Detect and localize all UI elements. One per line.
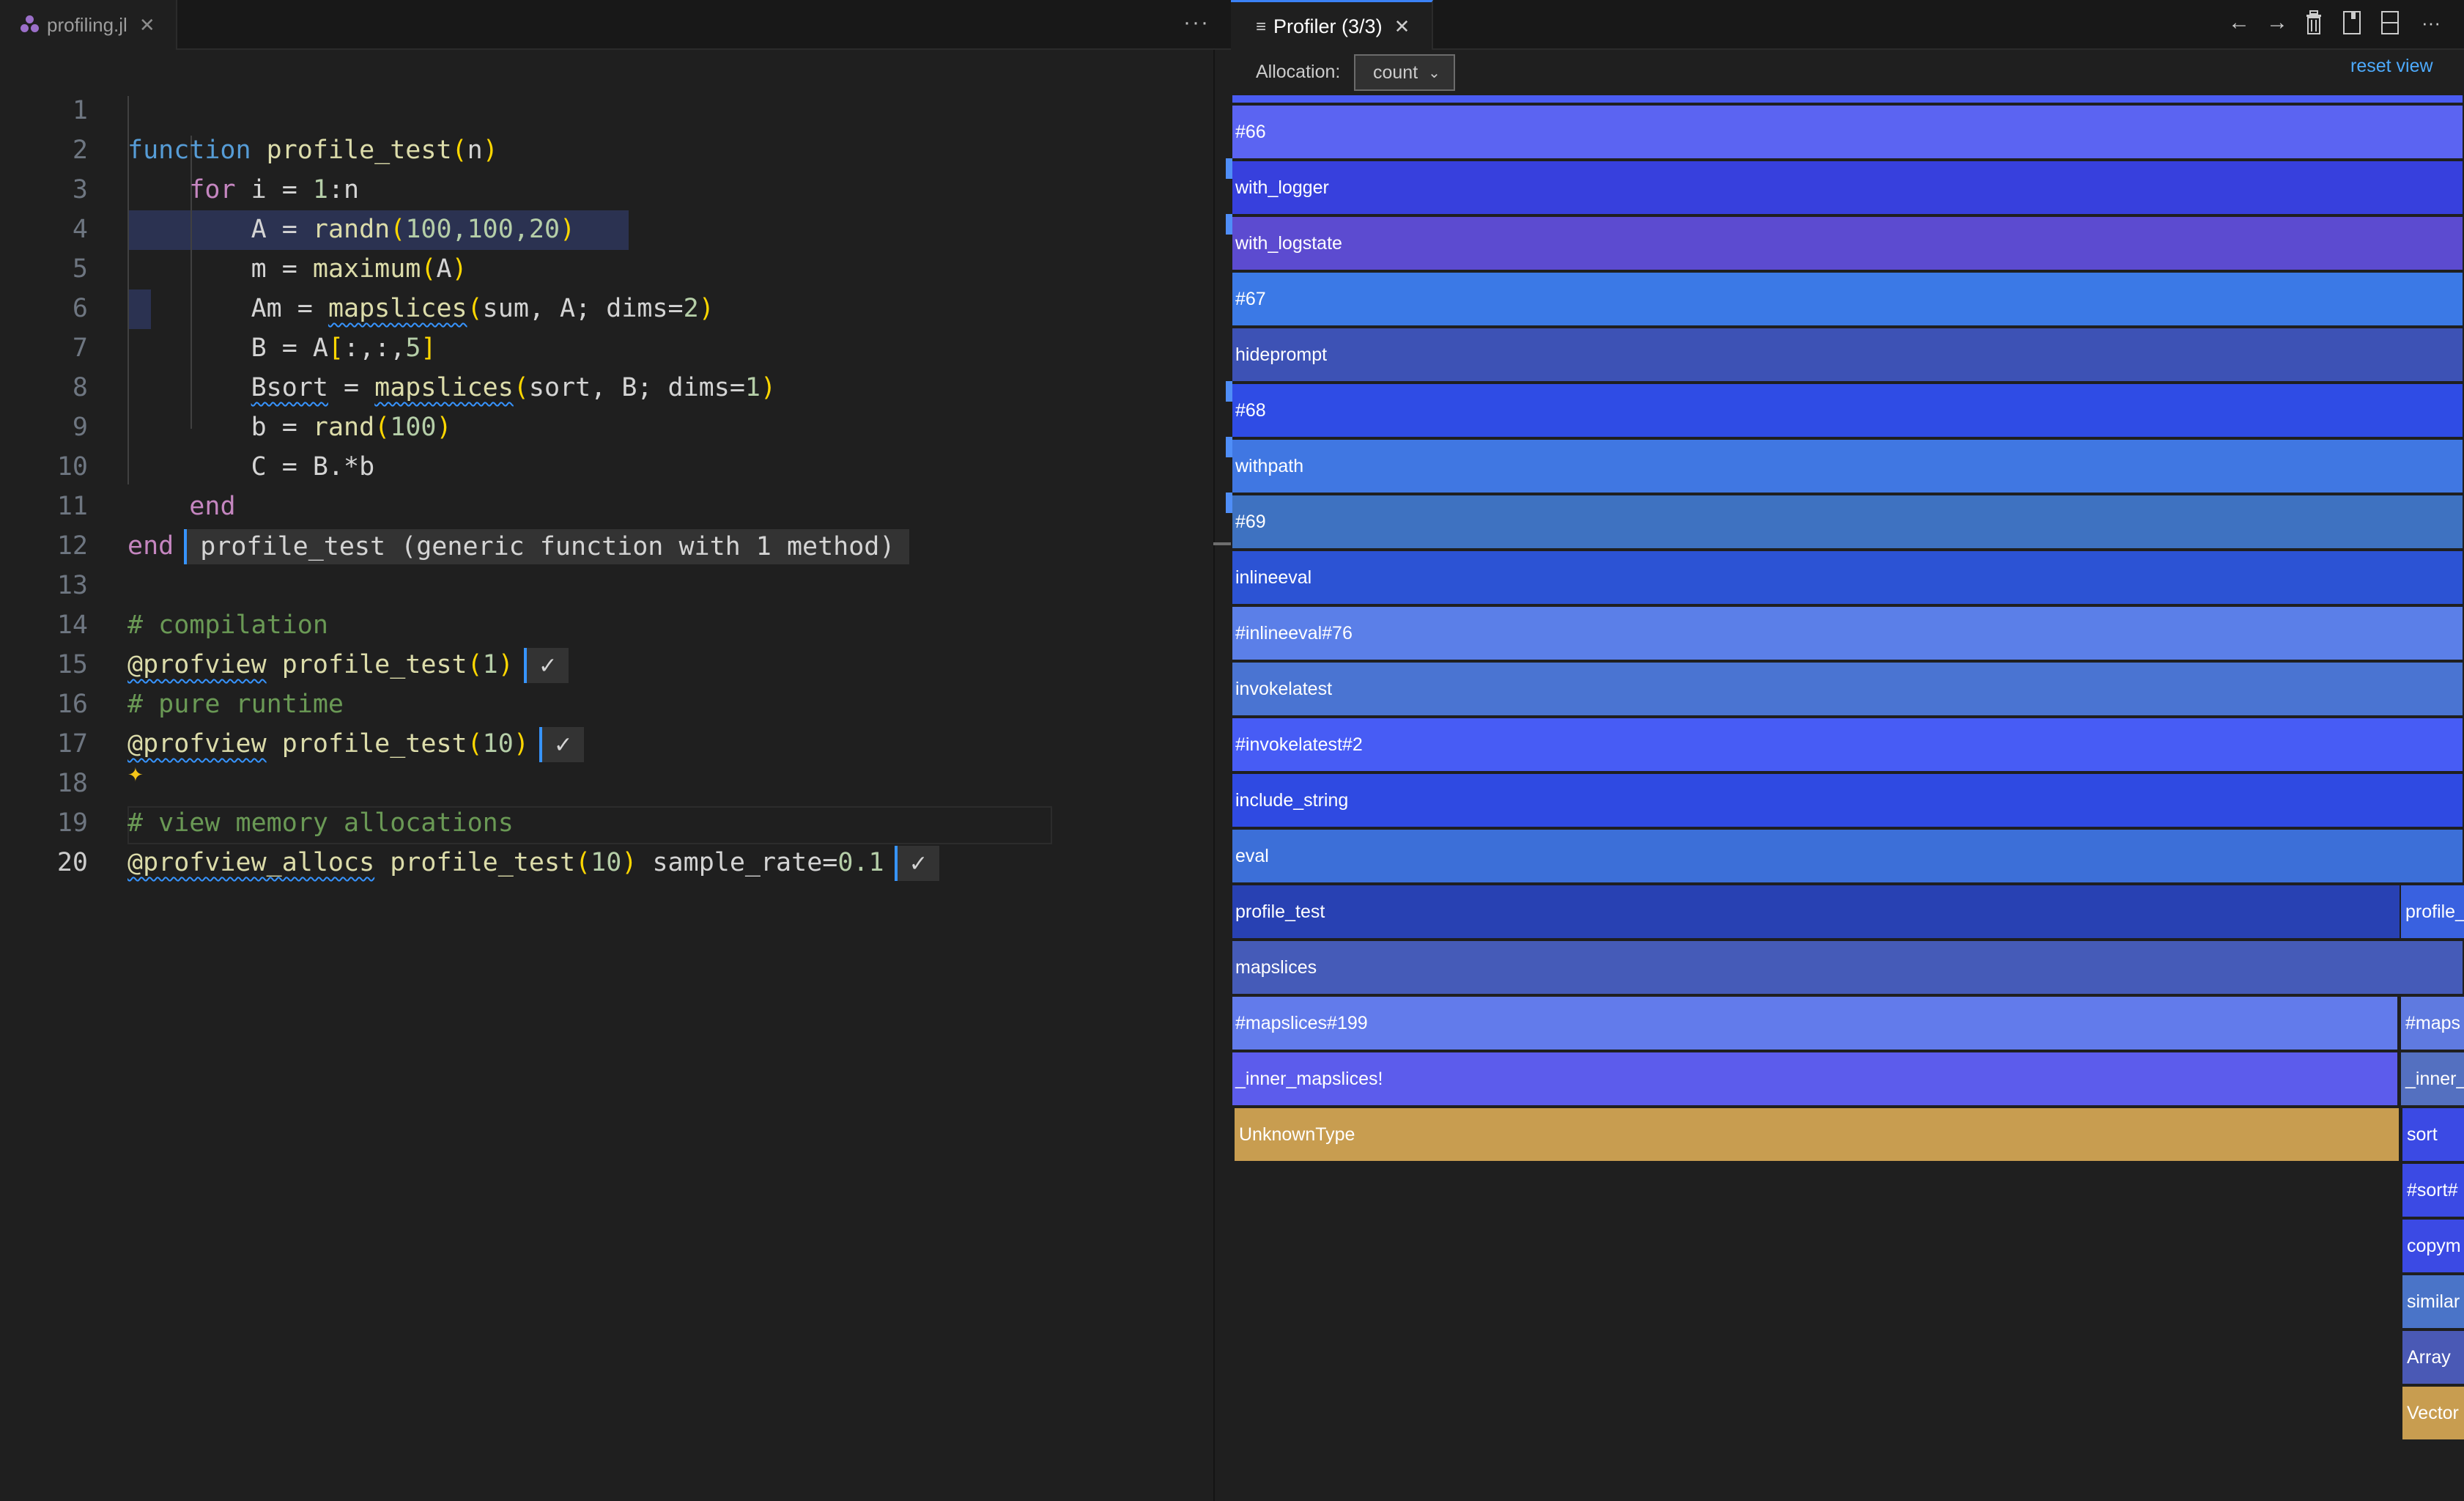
code-line[interactable]: 19 @profview_allocs profile_test(10) sam… bbox=[0, 764, 1213, 881]
code-line[interactable]: 12 bbox=[0, 487, 1213, 561]
code-line[interactable]: 6 B = A[:,:,5] bbox=[0, 249, 1213, 363]
more-icon[interactable]: ··· bbox=[2416, 12, 2446, 34]
code-line[interactable]: 17 bbox=[0, 685, 1213, 759]
flame-frame-array[interactable]: Array bbox=[2402, 1331, 2464, 1384]
code-line[interactable]: 5 Am = mapslices(sum, A; dims=2) bbox=[0, 210, 1213, 323]
flame-frame-profile[interactable]: profile_ bbox=[2401, 885, 2464, 938]
code-line[interactable]: 7 Bsort = mapslices(sort, B; dims=1) bbox=[0, 289, 1213, 402]
flame-frame-69[interactable]: #69 bbox=[1232, 495, 2463, 548]
editor-scrollbar[interactable] bbox=[1213, 50, 1231, 1501]
number: 0.1 bbox=[837, 848, 884, 877]
flame-frame-sort[interactable]: sort bbox=[2402, 1108, 2464, 1161]
more-actions-icon[interactable]: ··· bbox=[1183, 10, 1210, 35]
flame-frame-include-string[interactable]: include_string bbox=[1232, 774, 2463, 827]
flame-frame-invokelatest-2[interactable]: #invokelatest#2 bbox=[1232, 718, 2463, 771]
chevron-down-icon: ⌄ bbox=[1428, 64, 1440, 81]
function-call: profile_test bbox=[374, 848, 576, 877]
flame-frame-mapslices-199[interactable]: #mapslices#199 bbox=[1232, 997, 2397, 1050]
scrollbar-position-marker bbox=[1213, 542, 1231, 545]
code-line[interactable]: 2 for i = 1:n bbox=[0, 91, 1213, 204]
flame-frame-with-logstate[interactable]: with_logstate bbox=[1232, 217, 2463, 270]
number: 10 bbox=[591, 848, 622, 877]
allocation-select-value: count bbox=[1373, 62, 1418, 83]
flame-graph[interactable]: #66 with_logger with_logstate #67 hideprompt… bbox=[1232, 95, 2464, 1501]
flame-frame-inner[interactable]: _inner_ bbox=[2401, 1052, 2464, 1105]
editor-tab-bar bbox=[0, 0, 1231, 50]
flame-frame-mapslices[interactable]: mapslices bbox=[1232, 941, 2463, 994]
flame-frame-66[interactable]: #66 bbox=[1232, 106, 2463, 158]
code-line[interactable]: 9 C = B.*b bbox=[0, 368, 1213, 482]
flame-frame-inlineeval-76[interactable]: #inlineeval#76 bbox=[1232, 607, 2463, 660]
flame-frame-with-logger[interactable]: with_logger bbox=[1232, 161, 2463, 214]
profiler-tab-title: Profiler (3/3) bbox=[1273, 15, 1383, 37]
flame-frame-root[interactable] bbox=[1232, 95, 2463, 103]
code-line[interactable]: 20 bbox=[0, 803, 1213, 877]
paren: ) bbox=[621, 848, 637, 877]
flame-left-marker bbox=[1226, 158, 1232, 179]
flame-frame-similar[interactable]: similar bbox=[2402, 1275, 2464, 1328]
inline-eval-result-check[interactable]: ✓ bbox=[894, 846, 939, 881]
trash-icon-svg bbox=[2306, 10, 2321, 34]
flame-frame-withpath[interactable]: withpath bbox=[1232, 440, 2463, 493]
code-line[interactable]: 4 m = maximum(A) bbox=[0, 170, 1213, 284]
trash-icon[interactable] bbox=[2299, 10, 2328, 40]
tab-profiler[interactable]: ≡ Profiler (3/3) ✕ bbox=[1231, 0, 1433, 51]
flame-left-marker bbox=[1226, 214, 1232, 235]
allocation-select[interactable]: count ⌄ bbox=[1354, 54, 1455, 91]
flame-frame-maps[interactable]: #maps bbox=[2401, 997, 2464, 1050]
flame-frame-eval[interactable]: eval bbox=[1232, 830, 2463, 882]
code-line[interactable]: 14 @profview profile_test(1) ✓ bbox=[0, 566, 1213, 683]
line-number: 20 bbox=[56, 848, 88, 877]
macro: @profview_allocs bbox=[127, 848, 375, 877]
code-line[interactable]: 15 # pure runtime bbox=[0, 605, 1213, 719]
flame-frame-inlineeval[interactable]: inlineeval bbox=[1232, 551, 2463, 604]
flame-frame-invokelatest[interactable]: invokelatest bbox=[1232, 663, 2463, 715]
flame-frame-vector[interactable]: Vector bbox=[2402, 1387, 2464, 1439]
save-icon[interactable] bbox=[2337, 10, 2367, 41]
julia-file-icon bbox=[21, 15, 40, 34]
flame-frame-unknowntype[interactable]: UnknownType bbox=[1235, 1108, 2399, 1161]
lightbulb-icon[interactable]: ✦ bbox=[127, 764, 144, 786]
flame-frame-sort[interactable]: #sort# bbox=[2402, 1164, 2464, 1217]
code-line[interactable]: 11 end profile_test (generic function wit… bbox=[0, 447, 1213, 564]
code-line[interactable]: 13 # compilation bbox=[0, 526, 1213, 640]
save-icon-svg bbox=[2343, 11, 2361, 34]
flame-frame-68[interactable]: #68 bbox=[1232, 384, 2463, 437]
code-line[interactable]: 16 @profview profile_test(10) ✓ bbox=[0, 645, 1213, 762]
flame-left-marker bbox=[1226, 437, 1232, 457]
flame-left-marker bbox=[1226, 493, 1232, 513]
flame-frame-inner-mapslices[interactable]: _inner_mapslices! bbox=[1232, 1052, 2397, 1105]
close-icon[interactable]: ✕ bbox=[1394, 15, 1410, 38]
arrow-left-icon[interactable]: ← bbox=[2224, 10, 2254, 35]
list-icon: ≡ bbox=[1256, 16, 1267, 37]
code-line[interactable]: 18 # view memory allocations bbox=[0, 724, 1213, 838]
arrow-right-icon[interactable]: → bbox=[2263, 10, 2292, 35]
flame-frame-profile-test[interactable]: profile_test bbox=[1232, 885, 2400, 938]
flame-frame-67[interactable]: #67 bbox=[1232, 273, 2463, 325]
code-line[interactable]: 1 function profile_test(n) bbox=[0, 51, 1213, 165]
code-line[interactable]: 10 end bbox=[0, 407, 1213, 521]
paren: ( bbox=[575, 848, 591, 877]
flame-left-marker bbox=[1226, 381, 1232, 402]
tab-filename: profiling.jl bbox=[47, 13, 127, 36]
tab-profiling-jl[interactable]: profiling.jl ✕ bbox=[0, 0, 177, 50]
split-icon-svg bbox=[2381, 11, 2399, 34]
allocation-label: Allocation: bbox=[1256, 62, 1341, 82]
code-text: sample_rate= bbox=[637, 848, 838, 877]
close-icon[interactable]: ✕ bbox=[139, 14, 155, 37]
flame-frame-copym[interactable]: copym bbox=[2402, 1220, 2464, 1272]
code-line[interactable]: 3 A = randn(100,100,20) bbox=[0, 130, 1213, 244]
reset-view-link[interactable]: reset view bbox=[2350, 56, 2433, 77]
flame-frame-hideprompt[interactable]: hideprompt bbox=[1232, 328, 2463, 381]
split-editor-icon[interactable] bbox=[2375, 10, 2405, 41]
code-line[interactable]: 8 b = rand(100) bbox=[0, 328, 1213, 442]
